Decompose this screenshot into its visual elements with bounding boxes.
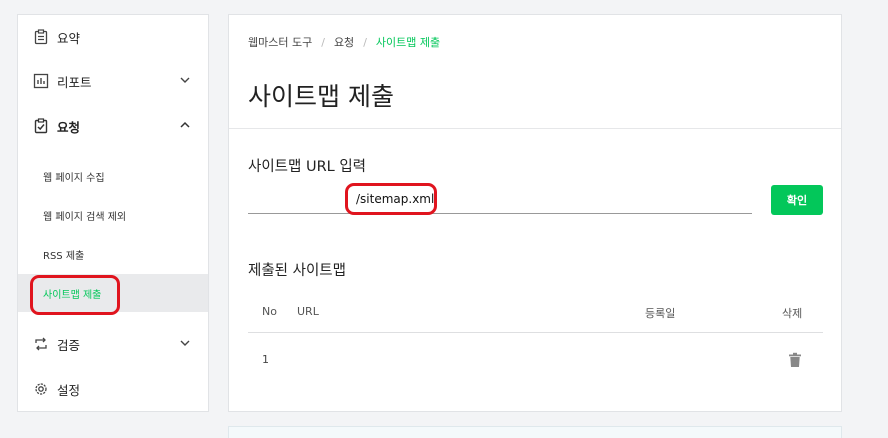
table-divider [248,332,823,333]
sidebar: 요약 리포트 요청 웹 페이지 수집 웹 페이지 검색 제외 RSS 제출 사이… [17,14,209,412]
nav-verify[interactable]: 검증 [18,322,208,366]
breadcrumb-separator: / [321,35,325,49]
nav-settings[interactable]: 설정 [18,367,208,411]
chevron-down-icon [180,340,190,346]
table-cell-no: 1 [262,353,269,366]
bottom-panel [228,426,842,438]
nav-report-label: 리포트 [57,74,92,90]
sub-item-rss[interactable]: RSS 제출 [18,235,208,273]
column-header-date: 등록일 [645,307,676,320]
nav-request-label: 요청 [57,119,81,135]
sub-item-label: 웹 페이지 수집 [43,172,105,184]
sub-item-label: RSS 제출 [43,250,85,262]
nav-settings-label: 설정 [57,382,81,398]
nav-summary[interactable]: 요약 [18,15,208,59]
bar-chart-icon [33,73,49,89]
column-header-no: No [262,305,277,318]
column-header-delete: 삭제 [782,307,803,320]
nav-request[interactable]: 요청 [18,104,208,148]
sub-item-label: 웹 페이지 검색 제외 [43,211,127,223]
url-section-title: 사이트맵 URL 입력 [248,159,367,175]
divider [229,128,841,129]
gear-icon [33,381,49,397]
repeat-icon [33,336,49,352]
main-panel: 웹마스터 도구 / 요청 / 사이트맵 제출 사이트맵 제출 사이트맵 URL … [228,14,842,412]
chevron-up-icon [180,121,190,128]
submitted-section-title: 제출된 사이트맵 [248,263,346,279]
clipboard-icon [33,29,49,45]
sub-item-search-exclude[interactable]: 웹 페이지 검색 제외 [18,196,208,234]
column-header-url: URL [297,305,319,318]
confirm-button[interactable]: 확인 [771,185,823,215]
breadcrumb-item[interactable]: 웹마스터 도구 [248,34,312,50]
checklist-icon [33,118,49,134]
highlight-annotation [345,183,437,215]
highlight-annotation [30,275,120,315]
breadcrumb-item[interactable]: 요청 [334,34,354,50]
sitemap-url-input[interactable] [248,190,752,214]
sub-item-page-crawl[interactable]: 웹 페이지 수집 [18,157,208,195]
chevron-down-icon [180,77,190,83]
breadcrumb: 웹마스터 도구 / 요청 / 사이트맵 제출 [248,34,440,50]
nav-report[interactable]: 리포트 [18,59,208,103]
breadcrumb-current: 사이트맵 제출 [375,36,441,49]
page-title: 사이트맵 제출 [248,82,394,111]
nav-verify-label: 검증 [57,337,81,353]
trash-icon[interactable] [788,352,802,368]
nav-summary-label: 요약 [57,30,81,46]
breadcrumb-separator: / [363,35,367,49]
